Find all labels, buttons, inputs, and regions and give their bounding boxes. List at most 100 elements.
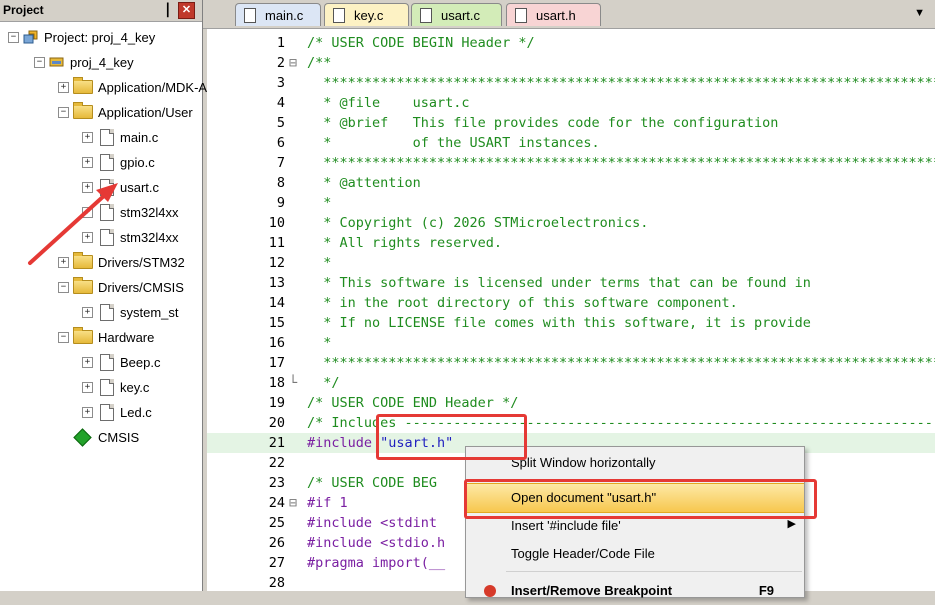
line-number: 12	[268, 255, 285, 271]
tab-main-c[interactable]: main.c	[235, 3, 321, 26]
code-line[interactable]: 6 * of the USART instances.	[207, 133, 935, 153]
line-number: 9	[276, 195, 285, 211]
tree-item[interactable]: − Drivers/CMSIS	[58, 275, 184, 299]
tree-item[interactable]: + Application/MDK-ARM	[58, 75, 227, 99]
menu-item-toggle-header[interactable]: Toggle Header/Code File	[466, 540, 804, 568]
file-icon	[100, 303, 114, 321]
file-icon	[244, 7, 256, 23]
code-line[interactable]: 2 ⊟ /**	[207, 53, 935, 73]
line-number: 23	[268, 475, 285, 491]
collapse-icon[interactable]: −	[58, 106, 69, 118]
tree-item[interactable]: + usart.c	[82, 175, 159, 199]
line-number: 15	[268, 315, 285, 331]
line-number: 5	[276, 115, 285, 131]
collapse-icon[interactable]: −	[8, 31, 19, 43]
code-line[interactable]: 17 *************************************…	[207, 353, 935, 373]
code-line[interactable]: 9 *	[207, 193, 935, 213]
tree-item[interactable]: − Application/User	[58, 100, 193, 124]
code-line[interactable]: 5 * @brief This file provides code for t…	[207, 113, 935, 133]
code-text: * @file usart.c	[307, 95, 470, 111]
code-line[interactable]: 20/* Includes --------------------------…	[207, 413, 935, 433]
menu-item-label: Split Window horizontally	[511, 455, 656, 470]
line-number: 13	[268, 275, 285, 291]
code-line[interactable]: 1 /* USER CODE BEGIN Header */	[207, 33, 935, 53]
tree-item[interactable]: + main.c	[82, 125, 158, 149]
tab-key-c[interactable]: key.c	[324, 3, 409, 26]
fold-marker-icon[interactable]: └	[289, 373, 301, 393]
tree-item-label: stm32l4xx	[120, 204, 179, 220]
cmsis-icon	[73, 427, 92, 447]
expand-icon[interactable]: +	[82, 156, 93, 168]
code-text: #if 1	[307, 495, 348, 511]
code-line[interactable]: 4 * @file usart.c	[207, 93, 935, 113]
folder-icon	[73, 252, 93, 269]
tab-usart-c[interactable]: usart.c	[411, 3, 502, 26]
code-text: /* USER CODE BEGIN Header */	[307, 35, 535, 51]
tab-dropdown-icon[interactable]: ▼	[914, 7, 925, 19]
tab-usart-h[interactable]: usart.h	[506, 3, 601, 26]
code-text: #include <stdio.h	[307, 535, 446, 551]
expand-icon[interactable]: +	[82, 406, 93, 418]
code-text: * of the USART instances.	[307, 135, 600, 151]
line-number: 16	[268, 335, 285, 351]
fold-marker-icon[interactable]: ⊟	[289, 493, 301, 513]
line-number: 3	[276, 75, 285, 91]
tree-item[interactable]: − proj_4_key	[34, 50, 134, 74]
expand-icon[interactable]: +	[58, 81, 69, 93]
code-text: /**	[307, 55, 332, 71]
expand-icon[interactable]: +	[82, 181, 93, 193]
tree-item-label: Drivers/STM32	[98, 254, 185, 270]
expand-icon[interactable]: +	[82, 356, 93, 368]
code-text: * If no LICENSE file comes with this sof…	[307, 315, 811, 331]
tree-item[interactable]: CMSIS	[58, 425, 139, 449]
tree-item[interactable]: + Beep.c	[82, 350, 160, 374]
tree-item[interactable]: + key.c	[82, 375, 149, 399]
pin-icon[interactable]: ▕	[159, 3, 168, 17]
code-text: *	[307, 195, 332, 211]
collapse-icon[interactable]: −	[34, 56, 45, 68]
fold-marker-icon[interactable]: ⊟	[289, 53, 301, 73]
expand-icon[interactable]: +	[82, 306, 93, 318]
folder-icon	[73, 77, 93, 94]
code-line[interactable]: 15 * If no LICENSE file comes with this …	[207, 313, 935, 333]
tree-item[interactable]: − Project: proj_4_key	[8, 25, 155, 49]
code-line[interactable]: 12 *	[207, 253, 935, 273]
project-icon	[23, 30, 38, 44]
code-line[interactable]: 7 **************************************…	[207, 153, 935, 173]
code-line[interactable]: 3 **************************************…	[207, 73, 935, 93]
code-line[interactable]: 10 * Copyright (c) 2026 STMicroelectroni…	[207, 213, 935, 233]
tree-item-label: system_st	[120, 304, 179, 320]
code-line[interactable]: 19 /* USER CODE END Header */	[207, 393, 935, 413]
line-number: 26	[268, 535, 285, 551]
tree-item[interactable]: + stm32l4xx	[82, 225, 179, 249]
collapse-icon[interactable]: −	[58, 331, 69, 343]
tree-item[interactable]: + stm32l4xx	[82, 200, 179, 224]
expand-icon[interactable]: +	[82, 231, 93, 243]
tree-item-label: main.c	[120, 129, 159, 145]
code-text: * This software is licensed under terms …	[307, 275, 811, 291]
close-icon[interactable]: ✕	[178, 2, 195, 19]
expand-icon[interactable]: +	[82, 381, 93, 393]
line-number: 8	[276, 175, 285, 191]
code-line[interactable]: 13 * This software is licensed under ter…	[207, 273, 935, 293]
tree-item[interactable]: + system_st	[82, 300, 179, 324]
tree-item[interactable]: + Drivers/STM32	[58, 250, 185, 274]
code-line[interactable]: 14 * in the root directory of this softw…	[207, 293, 935, 313]
menu-item-toggle-breakpoint[interactable]: Insert/Remove Breakpoint F9	[466, 577, 804, 605]
code-line[interactable]: 11 * All rights reserved.	[207, 233, 935, 253]
file-icon	[100, 128, 114, 146]
code-line[interactable]: 8 * @attention	[207, 173, 935, 193]
tree-item[interactable]: − Hardware	[58, 325, 154, 349]
code-text: #include <stdint	[307, 515, 438, 531]
code-line[interactable]: 18 └ */	[207, 373, 935, 393]
line-number: 4	[276, 95, 285, 111]
collapse-icon[interactable]: −	[58, 281, 69, 293]
expand-icon[interactable]: +	[82, 206, 93, 218]
expand-icon[interactable]: +	[82, 131, 93, 143]
folder-icon	[73, 102, 93, 119]
editor-tab-bar: main.c key.c usart.c usart.h ▼	[203, 0, 935, 29]
expand-icon[interactable]: +	[58, 256, 69, 268]
code-line[interactable]: 16 *	[207, 333, 935, 353]
tree-item[interactable]: + Led.c	[82, 400, 152, 424]
tree-item[interactable]: + gpio.c	[82, 150, 155, 174]
